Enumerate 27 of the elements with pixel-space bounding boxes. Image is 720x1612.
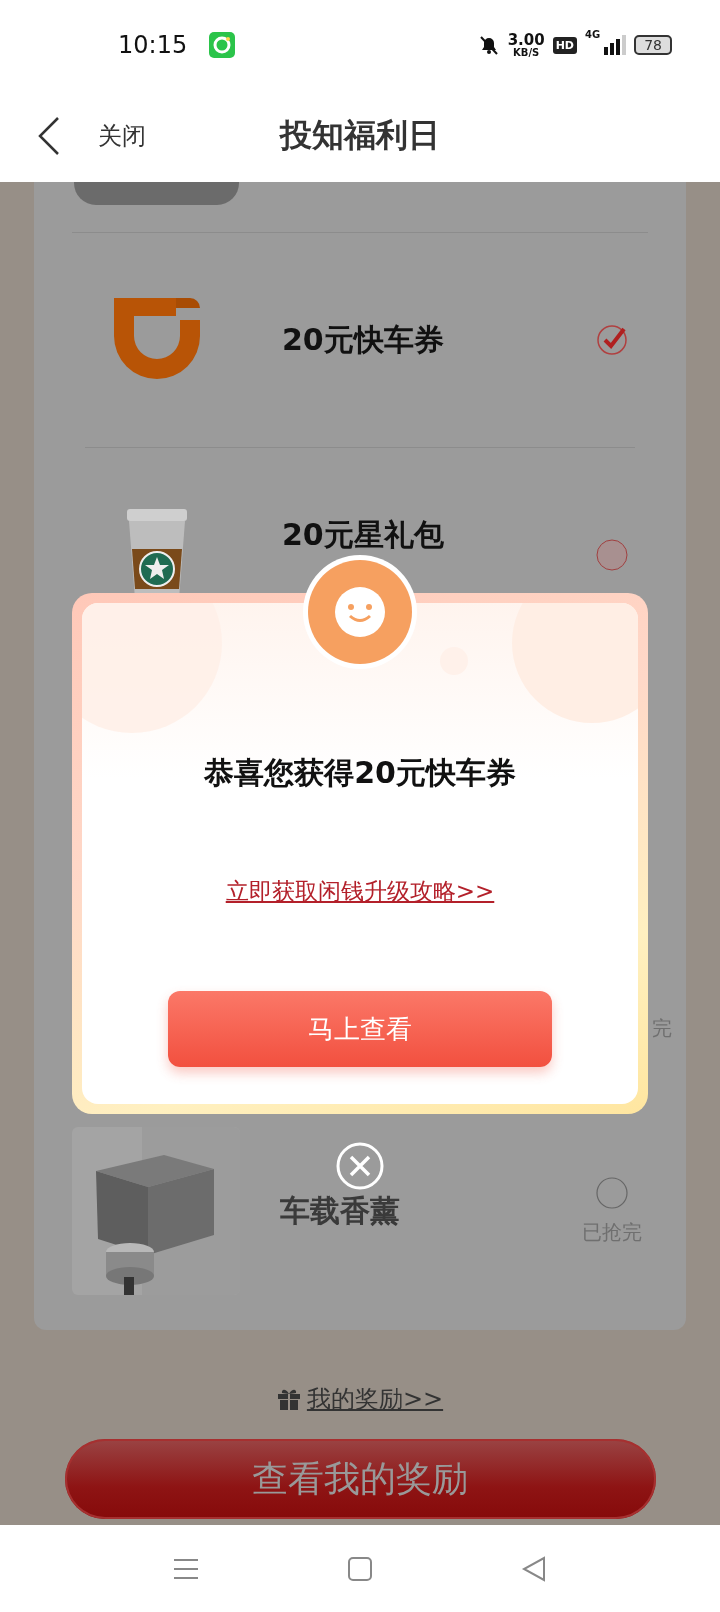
back-icon[interactable] [36,116,62,156]
view-now-button[interactable]: 马上查看 [168,991,552,1067]
speed-unit: KB/S [513,47,540,58]
battery-level: 78 [634,35,672,55]
hd-badge: HD [552,36,577,54]
gift-icon [276,1387,301,1411]
network-speed: 3.00 [507,32,545,48]
close-icon[interactable] [336,1142,384,1190]
prize-name: 20元星礼包 [282,516,445,554]
strategy-link[interactable]: 立即获取闲钱升级攻略>> [225,876,495,907]
clock-time: 10:15 [118,31,188,59]
smiley-icon [303,555,417,669]
muted-bell-icon [477,34,500,56]
popup-title: 恭喜您获得20元快车券 [204,754,516,792]
network-type: 4G [585,28,601,40]
my-rewards-link[interactable]: 我的奖励>> [306,1383,444,1415]
view-rewards-button[interactable]: 查看我的奖励 [64,1439,656,1519]
signal-icon [604,35,627,55]
checked-radio-icon[interactable] [596,324,628,357]
page-title: 投知福利日 [280,116,440,154]
prize-name: 车载香薰 [280,1191,401,1230]
radio-button[interactable] [596,1176,628,1209]
app-notification-icon [209,32,236,58]
home-icon[interactable] [346,1554,374,1583]
close-link[interactable]: 关闭 [98,120,146,152]
radio-button[interactable] [596,539,628,572]
prize-name: 20元快车券 [282,320,445,359]
